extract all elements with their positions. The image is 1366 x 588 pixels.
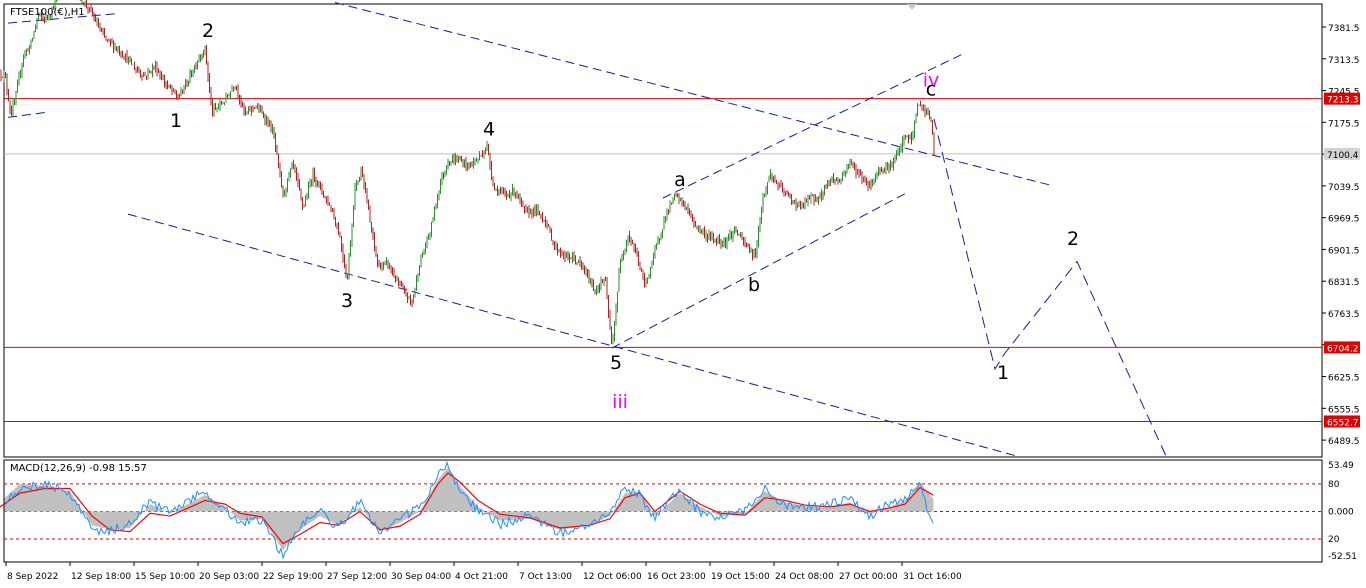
- wave-label: 1: [170, 110, 182, 132]
- x-tick-label: 27 Oct 00:00: [839, 572, 898, 582]
- x-tick-label: 15 Sep 10:00: [135, 572, 195, 582]
- x-tick-label: 22 Sep 19:00: [263, 572, 323, 582]
- wave-label: 1: [997, 362, 1009, 384]
- macd-y-tick-label: 80: [1328, 480, 1340, 490]
- price-tag-label: 7213.3: [1327, 96, 1359, 106]
- wave-label: 4: [483, 118, 495, 140]
- wave-label: 3: [341, 290, 353, 312]
- wave-label: iii: [612, 391, 628, 413]
- wave-label: 2: [1067, 228, 1079, 250]
- symbol-label: FTSE100(€),H1: [10, 7, 85, 18]
- x-tick-label: 7 Oct 13:00: [519, 572, 572, 582]
- y-tick-label: 7175.5: [1328, 119, 1360, 129]
- y-tick-label: 6555.5: [1328, 405, 1360, 415]
- macd-y-tick-label: 20: [1328, 535, 1340, 545]
- y-tick-label: 6489.5: [1328, 437, 1360, 447]
- x-tick-label: 27 Sep 12:00: [327, 572, 387, 582]
- x-tick-label: 12 Oct 06:00: [583, 572, 642, 582]
- x-tick-label: 19 Oct 15:00: [711, 572, 770, 582]
- y-tick-label: 7313.5: [1328, 56, 1360, 66]
- macd-y-tick-label: 53.49: [1328, 461, 1354, 471]
- wave-label: b: [748, 274, 760, 296]
- x-tick-label: 30 Sep 04:00: [391, 572, 451, 582]
- macd-y-tick-label: -52.51: [1328, 552, 1357, 562]
- y-tick-label: 6969.5: [1328, 215, 1360, 225]
- x-tick-label: 20 Sep 03:00: [199, 572, 259, 582]
- y-tick-label: 6901.5: [1328, 246, 1360, 256]
- x-tick-label: 16 Oct 23:00: [647, 572, 706, 582]
- wave-label: a: [674, 169, 686, 191]
- macd-y-tick-label: 0.000: [1328, 507, 1354, 517]
- wave-label: 5: [610, 352, 622, 374]
- x-tick-label: 24 Oct 08:00: [775, 572, 834, 582]
- price-tag-label: 6704.2: [1327, 344, 1359, 354]
- y-tick-label: 7039.5: [1328, 183, 1360, 193]
- wave-label: c: [926, 78, 936, 100]
- x-tick-label: 4 Oct 21:00: [455, 572, 508, 582]
- y-tick-label: 6831.5: [1328, 278, 1360, 288]
- price-tag-label: 7100.4: [1327, 151, 1359, 161]
- x-tick-label: 31 Oct 16:00: [903, 572, 962, 582]
- y-tick-label: 7381.5: [1328, 24, 1360, 34]
- x-tick-label: 8 Sep 2022: [7, 572, 58, 582]
- x-tick-label: 12 Sep 18:00: [71, 572, 131, 582]
- y-tick-label: 6625.5: [1328, 374, 1360, 384]
- wave-label: 2: [202, 20, 214, 42]
- macd-indicator-label: MACD(12,26,9) -0.98 15.57: [10, 463, 147, 474]
- price-chart[interactable]: 21 435iiiabivc12 7381.57313.57245.57175.5…: [0, 0, 1366, 588]
- y-tick-label: 6763.5: [1328, 310, 1360, 320]
- price-tag-label: 6552.7: [1327, 418, 1359, 428]
